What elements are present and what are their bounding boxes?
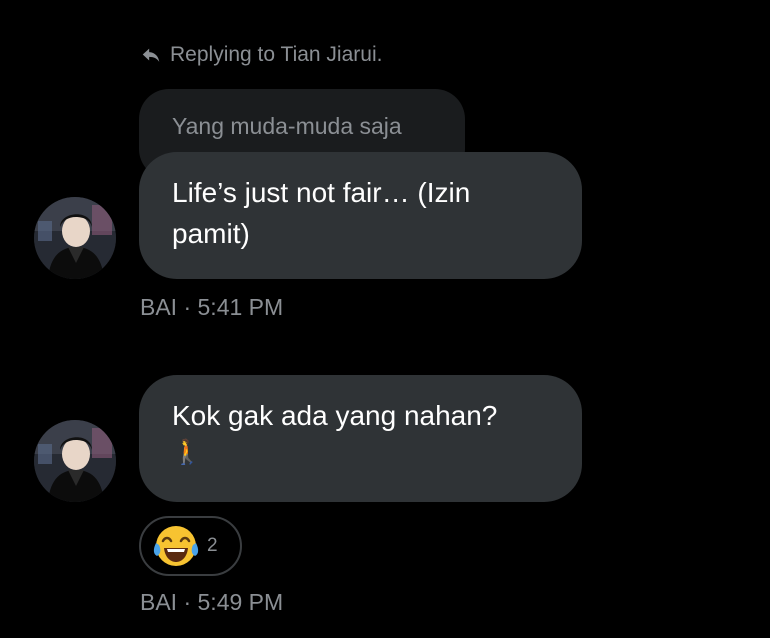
- reply-context-text: Replying to Tian Jiarui.: [170, 43, 383, 66]
- message-meta: BAI · 5:49 PM: [140, 589, 284, 615]
- reaction-button[interactable]: 2: [139, 516, 242, 576]
- message-bubble[interactable]: Life’s just not fair… (Izin pamit): [139, 152, 582, 279]
- reply-context: Replying to Tian Jiarui.: [140, 40, 382, 70]
- message-bubble[interactable]: Kok gak ada yang nahan? 🚶: [139, 375, 582, 502]
- message-text: Life’s just not fair… (Izin pamit): [172, 177, 471, 249]
- reply-arrow-icon: [140, 44, 162, 66]
- avatar[interactable]: [34, 197, 116, 279]
- avatar[interactable]: [34, 420, 116, 502]
- face-with-tears-of-joy-icon: [151, 521, 201, 571]
- message-text: Kok gak ada yang nahan?: [172, 400, 498, 431]
- quoted-message-text: Yang muda-muda saja: [172, 113, 402, 139]
- message-meta: BAI · 5:41 PM: [140, 294, 284, 320]
- reaction-count: 2: [207, 535, 218, 556]
- walking-person-emoji: 🚶: [172, 439, 202, 466]
